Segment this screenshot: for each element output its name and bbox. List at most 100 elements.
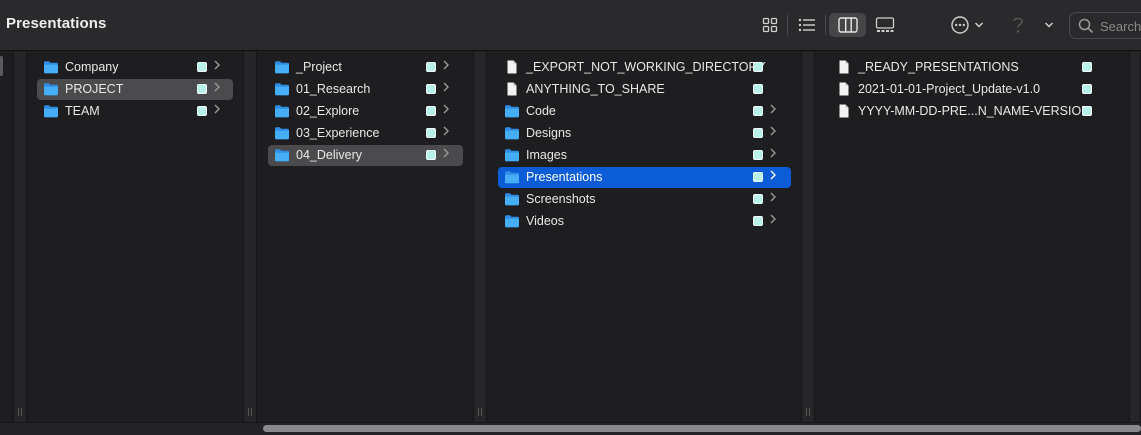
- file-item[interactable]: YYYY-MM-DD-PRE...N_NAME-VERSION: [830, 101, 1110, 122]
- folder-item[interactable]: TEAM: [37, 101, 233, 122]
- chevron-right-icon: [443, 148, 451, 161]
- color-tag-icon: [197, 84, 207, 94]
- toolbar: Presentations Search: [0, 0, 1141, 51]
- folder-item[interactable]: Videos: [498, 211, 791, 232]
- chevron-right-icon: [770, 214, 778, 227]
- column-resizer[interactable]: [801, 52, 815, 422]
- list-view-button[interactable]: [795, 13, 819, 37]
- item-label: 2021-01-01-Project_Update-v1.0: [858, 82, 1041, 96]
- gallery-icon: [875, 17, 895, 32]
- file-item[interactable]: 2021-01-01-Project_Update-v1.0: [830, 79, 1110, 100]
- file-item[interactable]: ANYTHING_TO_SHARE: [498, 79, 791, 100]
- color-tag-icon: [426, 150, 436, 160]
- search-icon: [1078, 18, 1094, 34]
- file-item[interactable]: _READY_PRESENTATIONS: [830, 57, 1110, 78]
- folder-item[interactable]: Company: [37, 57, 233, 78]
- chevron-right-icon: [214, 82, 222, 95]
- more-chevron-button[interactable]: [1040, 13, 1058, 37]
- folder-icon: [274, 126, 290, 140]
- folder-icon: [43, 60, 59, 74]
- chevron-right-icon: [443, 104, 451, 117]
- document-icon: [836, 82, 852, 96]
- icon-view-button[interactable]: [759, 13, 781, 37]
- folder-icon: [504, 148, 520, 162]
- folder-item[interactable]: 02_Explore: [268, 101, 463, 122]
- color-tag-icon: [1082, 84, 1092, 94]
- window-title: Presentations: [6, 15, 107, 32]
- folder-icon: [274, 82, 290, 96]
- folder-item[interactable]: Designs: [498, 123, 791, 144]
- help-button[interactable]: [1008, 13, 1028, 37]
- document-icon: [504, 82, 520, 96]
- chevron-right-icon: [214, 60, 222, 73]
- folder-item[interactable]: Presentations: [498, 167, 791, 188]
- file-item[interactable]: _EXPORT_NOT_WORKING_DIRECTORY: [498, 57, 791, 78]
- folder-item[interactable]: Images: [498, 145, 791, 166]
- sidebar-scroll-nub: [0, 56, 3, 76]
- folder-item[interactable]: _Project: [268, 57, 463, 78]
- color-tag-icon: [426, 62, 436, 72]
- column-view-button[interactable]: [829, 13, 866, 37]
- chevron-right-icon: [214, 104, 222, 117]
- folder-item[interactable]: PROJECT: [37, 79, 233, 100]
- column-3: _EXPORT_NOT_WORKING_DIRECTORY ANYTHING_TO…: [487, 52, 801, 422]
- resize-grip: [478, 408, 482, 416]
- item-label: 04_Delivery: [296, 148, 363, 162]
- column-1: Company PROJECT TEAM: [27, 52, 243, 422]
- search-field[interactable]: Search: [1069, 12, 1141, 39]
- item-label: Images: [526, 148, 567, 162]
- item-label: TEAM: [65, 104, 100, 118]
- chevron-right-icon: [770, 170, 778, 183]
- chevron-right-icon: [770, 126, 778, 139]
- folder-item[interactable]: 04_Delivery: [268, 145, 463, 166]
- item-label: _EXPORT_NOT_WORKING_DIRECTORY: [526, 60, 766, 74]
- resize-grip: [806, 408, 810, 416]
- folder-icon: [504, 214, 520, 228]
- item-label: Screenshots: [526, 192, 596, 206]
- folder-icon: [504, 126, 520, 140]
- color-tag-icon: [753, 84, 763, 94]
- folder-icon: [43, 82, 59, 96]
- folder-item[interactable]: Code: [498, 101, 791, 122]
- folder-icon: [504, 104, 520, 118]
- color-tag-icon: [753, 128, 763, 138]
- item-label: YYYY-MM-DD-PRE...N_NAME-VERSION: [858, 104, 1091, 118]
- color-tag-icon: [753, 150, 763, 160]
- resize-grip: [248, 408, 252, 416]
- folder-icon: [274, 104, 290, 118]
- color-tag-icon: [753, 172, 763, 182]
- color-tag-icon: [197, 106, 207, 116]
- color-tag-icon: [1082, 106, 1092, 116]
- grid-icon: [762, 17, 778, 33]
- color-tag-icon: [426, 128, 436, 138]
- item-label: Presentations: [526, 170, 603, 184]
- column-resizer[interactable]: [243, 52, 257, 422]
- columns-icon: [837, 17, 858, 33]
- column-resizer[interactable]: [1129, 52, 1141, 422]
- chevron-right-icon: [443, 126, 451, 139]
- horizontal-scrollbar[interactable]: [263, 425, 1141, 432]
- folder-icon: [43, 104, 59, 118]
- color-tag-icon: [197, 62, 207, 72]
- color-tag-icon: [426, 84, 436, 94]
- folder-item[interactable]: 03_Experience: [268, 123, 463, 144]
- action-menu-button[interactable]: [947, 13, 987, 37]
- column-resizer[interactable]: [13, 52, 27, 422]
- chevron-right-icon: [770, 104, 778, 117]
- folder-icon: [504, 170, 520, 184]
- chevron-right-icon: [443, 82, 451, 95]
- item-label: ANYTHING_TO_SHARE: [526, 82, 665, 96]
- gallery-view-button[interactable]: [872, 13, 898, 37]
- column-resizer[interactable]: [473, 52, 487, 422]
- color-tag-icon: [753, 194, 763, 204]
- column-4: _READY_PRESENTATIONS 2021-01-01-Project_U…: [815, 52, 1129, 422]
- chevron-right-icon: [770, 148, 778, 161]
- question-icon: [1013, 17, 1023, 33]
- item-label: Code: [526, 104, 556, 118]
- item-label: 03_Experience: [296, 126, 380, 140]
- folder-item[interactable]: Screenshots: [498, 189, 791, 210]
- color-tag-icon: [753, 106, 763, 116]
- color-tag-icon: [753, 62, 763, 72]
- toolbar-separator: [825, 15, 826, 35]
- folder-item[interactable]: 01_Research: [268, 79, 463, 100]
